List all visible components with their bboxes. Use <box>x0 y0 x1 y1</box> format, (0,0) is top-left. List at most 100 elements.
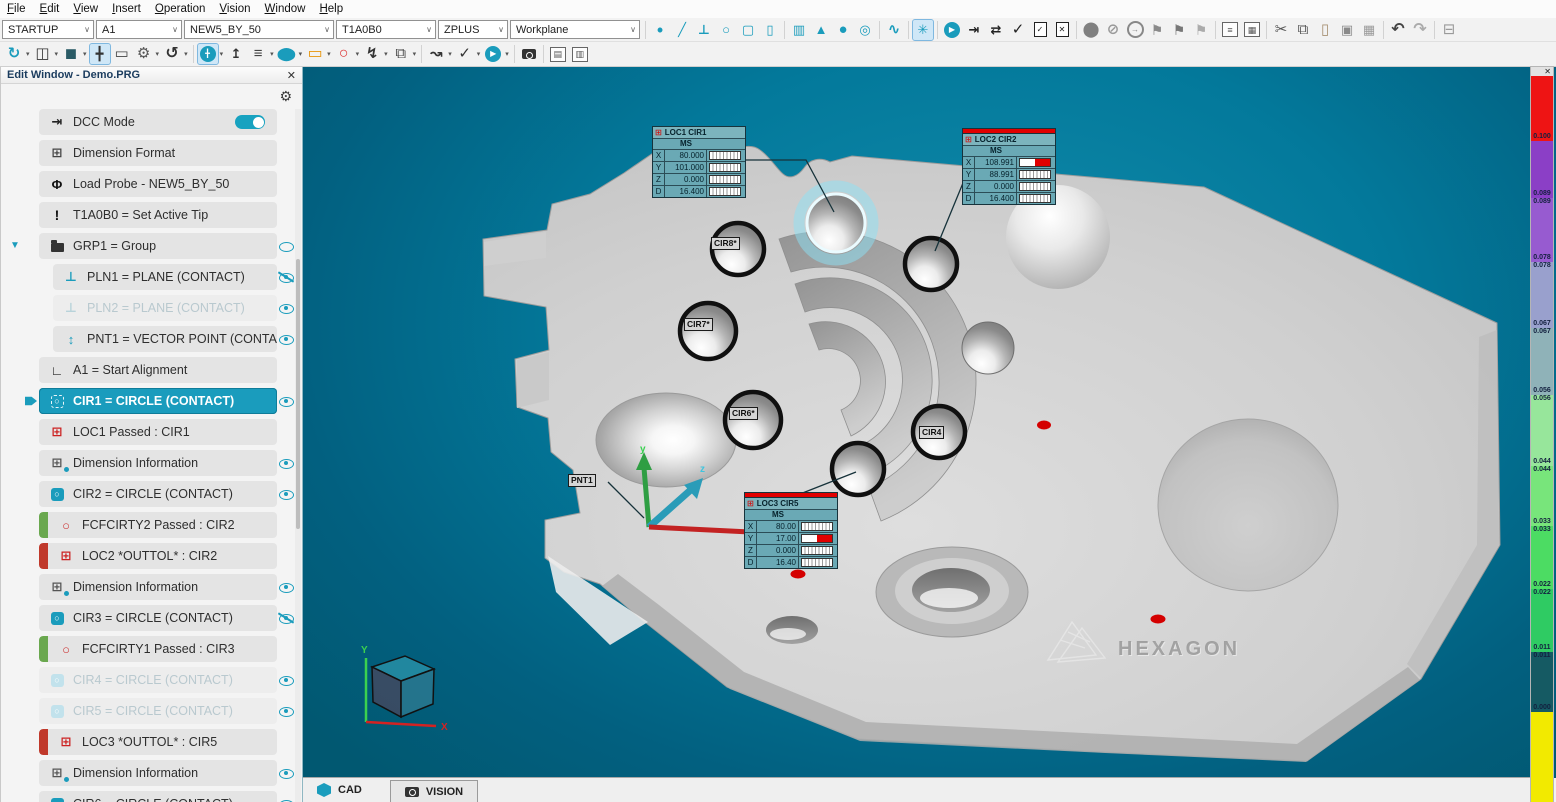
feature-list-icon[interactable]: ≡ <box>248 44 268 64</box>
menu-view[interactable]: View <box>66 2 105 16</box>
confirm-dropdown-caret[interactable]: ▾ <box>477 50 481 58</box>
command-pill[interactable]: ⇥DCC Mode <box>39 109 277 135</box>
command-pill[interactable]: GRP1 = Group <box>39 233 277 259</box>
report-fail-icon[interactable]: ✕ <box>1052 20 1072 40</box>
execute-loop-icon[interactable]: ⇄ <box>986 20 1006 40</box>
dcc-mode-toggle[interactable] <box>235 115 265 129</box>
navigation-pad-dropdown-caret[interactable]: ▾ <box>220 50 224 58</box>
command-pill[interactable]: ○CIR5 = CIRCLE (CONTACT) <box>39 698 277 724</box>
cad-viewport[interactable]: y z x Y X HEXAGON HEXAGON CIR8*CIR7*CIR6 <box>303 67 1556 778</box>
command-pill[interactable]: ⊞Dimension Information <box>39 450 277 476</box>
feature-tag-pnt1[interactable]: PNT1 <box>568 474 596 487</box>
command-pill[interactable]: ○FCFCIRTY2 Passed : CIR2 <box>39 512 277 538</box>
pointer-flash-dropdown-caret[interactable]: ▾ <box>384 50 388 58</box>
round-slot-icon[interactable]: ▢ <box>738 20 758 40</box>
sidebar-scrollbar[interactable] <box>295 109 301 802</box>
eye-icon[interactable] <box>279 583 294 593</box>
tab-vision[interactable]: VISION <box>390 780 478 802</box>
settings-gears-icon[interactable]: ⚙ <box>134 44 154 64</box>
settings-gears-dropdown-caret[interactable]: ▾ <box>156 50 160 58</box>
command-pill[interactable]: ○FCFCIRTY1 Passed : CIR3 <box>39 636 277 662</box>
command-pill[interactable]: ↕PNT1 = VECTOR POINT (CONTACT) <box>53 326 277 352</box>
paste-special-icon[interactable]: ▣ <box>1337 20 1357 40</box>
execute-play-icon[interactable]: ▶ <box>942 20 962 40</box>
circle-icon[interactable]: ○ <box>716 20 736 40</box>
selected-circle-cir1[interactable] <box>799 186 873 260</box>
feature-list-dropdown-caret[interactable]: ▾ <box>270 50 274 58</box>
menu-insert[interactable]: Insert <box>105 2 148 16</box>
stop-icon[interactable]: ⬤ <box>1081 20 1101 40</box>
tip-select[interactable]: T1A0B0∨ <box>336 20 436 39</box>
lens-dropdown-caret[interactable]: ▾ <box>299 50 303 58</box>
line-icon[interactable]: ╱ <box>672 20 692 40</box>
camera-icon[interactable] <box>519 44 539 64</box>
menu-file[interactable]: File <box>0 2 33 16</box>
view-cube[interactable]: Y X <box>361 645 448 733</box>
probe-select[interactable]: NEW5_BY_50∨ <box>184 20 334 39</box>
path-settings-icon[interactable]: ↝ <box>426 44 446 64</box>
cylinder-icon[interactable]: ▥ <box>789 20 809 40</box>
execute-dropdown-caret[interactable]: ▾ <box>505 50 509 58</box>
menu-vision[interactable]: Vision <box>212 2 257 16</box>
print-icon[interactable]: ⊟ <box>1439 20 1459 40</box>
cut-icon[interactable]: ✂ <box>1271 20 1291 40</box>
solid-view-icon[interactable]: ◼ <box>61 44 81 64</box>
workplane-axis-select[interactable]: ZPLUS∨ <box>438 20 508 39</box>
rectangle-select-icon[interactable]: ▭ <box>305 44 325 64</box>
stop-disabled-icon[interactable]: ⊘ <box>1103 20 1123 40</box>
execute-check-icon[interactable]: ✓ <box>1008 20 1028 40</box>
duplicate-pages-dropdown-caret[interactable]: ▾ <box>413 50 417 58</box>
path-settings-dropdown-caret[interactable]: ▾ <box>448 50 452 58</box>
close-icon[interactable]: ✕ <box>287 69 296 82</box>
command-pill[interactable]: !T1A0B0 = Set Active Tip <box>39 202 277 228</box>
marker-pin-icon[interactable]: ⚑ <box>1169 20 1189 40</box>
command-pill[interactable]: ⊥PLN1 = PLANE (CONTACT) <box>53 264 277 290</box>
view-orientation-icon[interactable]: ↻ <box>4 44 24 64</box>
command-pill[interactable]: ⊞LOC3 *OUTTOL* : CIR5 <box>39 729 277 755</box>
wireframe-view-icon[interactable]: ◫ <box>33 44 53 64</box>
torus-icon[interactable]: ◎ <box>855 20 875 40</box>
probe-vector-icon[interactable]: ↥ <box>226 44 246 64</box>
view-orientation-dropdown-caret[interactable]: ▾ <box>26 50 30 58</box>
pointer-flash-icon[interactable]: ↯ <box>362 44 382 64</box>
rotate-dropdown-caret[interactable]: ▾ <box>184 50 188 58</box>
command-pill[interactable]: ΦLoad Probe - NEW5_BY_50 <box>39 171 277 197</box>
navigation-pad-icon[interactable]: ╋ <box>198 44 218 64</box>
eye-off-icon[interactable] <box>279 273 294 283</box>
redo-icon[interactable]: ↷ <box>1410 20 1430 40</box>
chevron-down-icon[interactable]: ▼ <box>10 240 20 251</box>
tab-cad[interactable]: CAD <box>303 778 376 802</box>
eye-icon[interactable] <box>279 769 294 779</box>
feature-tag-cir8[interactable]: CIR8* <box>711 237 740 250</box>
cone-icon[interactable]: ▲ <box>811 20 831 40</box>
point-icon[interactable]: • <box>650 20 670 40</box>
eye-icon[interactable] <box>279 397 294 407</box>
undo-icon[interactable]: ↶ <box>1388 20 1408 40</box>
clipboard-icon[interactable]: ▦ <box>1359 20 1379 40</box>
dimension-table-loc3-cir5[interactable]: ⊞LOC3 CIR5MSX80.00Y17.00Z0.000D16.40 <box>744 492 838 569</box>
auto-feature-icon[interactable]: ✳ <box>913 20 933 40</box>
eye-icon[interactable] <box>279 676 294 686</box>
execute-icon[interactable]: ▶ <box>483 44 503 64</box>
command-pill[interactable]: ⊞Dimension Information <box>39 574 277 600</box>
command-pill[interactable]: ○CIR1 = CIRCLE (CONTACT) <box>39 388 277 414</box>
lens-icon[interactable]: ⬤ <box>277 44 297 64</box>
square-slot-icon[interactable]: ▯ <box>760 20 780 40</box>
curve-icon[interactable]: ∿ <box>884 20 904 40</box>
circle-select-dropdown-caret[interactable]: ▾ <box>356 50 360 58</box>
eye-icon[interactable] <box>279 304 294 314</box>
gear-icon[interactable]: ⚙ <box>279 88 292 105</box>
command-pill[interactable]: ⊞Dimension Format <box>39 140 277 166</box>
pan-icon[interactable]: ╋ <box>90 44 110 64</box>
eye-icon[interactable] <box>279 490 294 500</box>
copy-icon[interactable]: ⧉ <box>1293 20 1313 40</box>
command-pill[interactable]: ○CIR6 = CIRCLE (CONTACT) <box>39 791 277 802</box>
close-icon[interactable]: ✕ <box>1544 67 1551 76</box>
alignment-select[interactable]: STARTUP∨ <box>2 20 94 39</box>
solid-view-dropdown-caret[interactable]: ▾ <box>83 50 87 58</box>
paste-icon[interactable]: ▯ <box>1315 20 1335 40</box>
eye-icon[interactable] <box>279 242 294 252</box>
vector-point-icon[interactable]: ⊥ <box>694 20 714 40</box>
rotate-icon[interactable]: ↺ <box>162 44 182 64</box>
confirm-icon[interactable]: ✓ <box>455 44 475 64</box>
